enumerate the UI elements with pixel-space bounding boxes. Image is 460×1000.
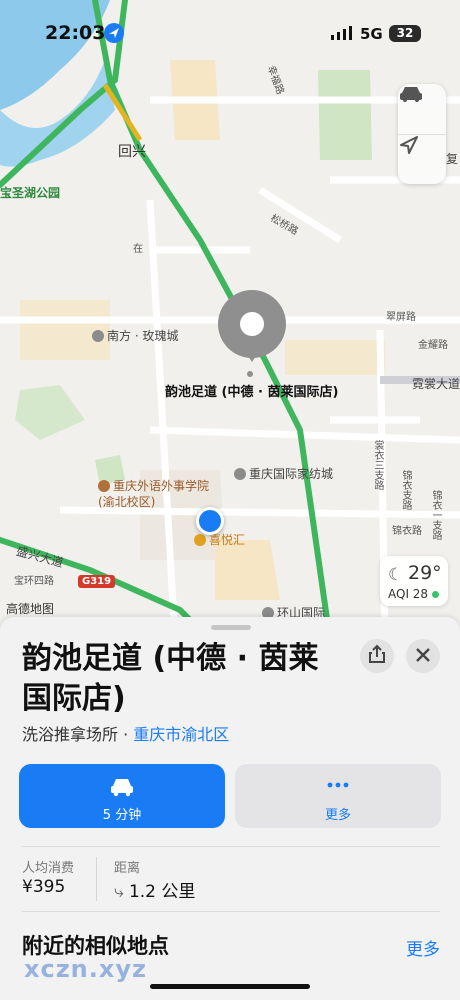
map-label-jinyi-rd2: 锦衣一支路 xyxy=(430,490,441,540)
divider xyxy=(22,911,440,912)
location-link[interactable]: 重庆市渝北区 xyxy=(133,725,229,744)
avg-spend-value: ¥395 xyxy=(22,877,66,897)
map-label-nichang-ave: 霓裳大道 xyxy=(412,377,460,391)
map-label-shangyi-rd2: 锦衣支路 xyxy=(400,470,411,510)
distance-row: ⤷ 1.2 公里 xyxy=(114,877,195,902)
map-poi-textile-city[interactable]: 重庆国际家纺城 xyxy=(234,465,333,482)
map-label-zai: 在 xyxy=(133,244,143,255)
map-label-park: 宝圣湖公园 xyxy=(0,186,61,200)
avg-spend-label: 人均消费 xyxy=(22,861,75,876)
nearby-more-link[interactable]: 更多 xyxy=(406,935,440,960)
map-attribution: 高德地图 xyxy=(6,602,55,616)
status-bar: 22:03 5G 32 xyxy=(0,0,460,60)
map-poi-nanfang[interactable]: 南方 · 玫瑰城 xyxy=(92,327,178,344)
locate-me-button[interactable] xyxy=(398,134,446,184)
route-icon: ⤷ xyxy=(114,882,124,902)
stat-separator xyxy=(96,857,97,901)
directions-eta: 5 分钟 xyxy=(102,808,142,823)
map-controls xyxy=(398,84,446,184)
more-actions-button[interactable]: 更多 xyxy=(235,764,441,828)
weather-temp: 29° xyxy=(408,562,442,584)
shopping-icon xyxy=(194,534,206,546)
home-indicator[interactable] xyxy=(150,984,310,989)
highway-shield: G319 xyxy=(78,575,116,588)
map-label-jinyao-rd: 金耀路 xyxy=(418,340,448,351)
poi-icon xyxy=(234,468,246,480)
battery-indicator: 32 xyxy=(389,25,421,42)
user-location-dot[interactable] xyxy=(196,507,224,535)
aqi-status-dot xyxy=(432,591,439,598)
poi-label: 重庆国际家纺城 xyxy=(249,467,334,481)
map-poi-xiyuehui[interactable]: 喜悦汇 xyxy=(194,531,245,548)
location-arrow-icon xyxy=(104,23,124,43)
poi-label: 南方 · 玫瑰城 xyxy=(107,329,179,343)
status-time: 22:03 xyxy=(45,22,106,44)
map-label-fu: 复 xyxy=(446,152,459,166)
transport-mode-button[interactable] xyxy=(398,84,446,134)
pin-anchor xyxy=(247,371,253,377)
close-icon xyxy=(416,647,430,666)
poi-label: 喜悦汇 xyxy=(209,533,246,547)
place-category: 洗浴推拿场所 xyxy=(22,725,119,744)
pin-label[interactable]: 韵池足道 (中德 · 茵莱国际店) xyxy=(165,381,338,400)
pin-tail xyxy=(244,350,260,362)
map-label-jinyi-rd: 锦衣路 xyxy=(392,526,422,537)
destination-pin[interactable] xyxy=(218,290,286,358)
school-icon xyxy=(98,480,110,492)
place-subtitle: 洗浴推拿场所 · 重庆市渝北区 xyxy=(22,721,229,745)
moon-icon: ☾ xyxy=(388,565,404,585)
distance-label: 距离 xyxy=(114,861,141,876)
directions-button[interactable]: 5 分钟 xyxy=(19,764,225,828)
poi-icon xyxy=(92,330,104,342)
place-detail-sheet: 韵池足道 (中德 · 茵莱国际店) 洗浴推拿场所 · 重庆市渝北区 5 分钟 更… xyxy=(0,617,460,1000)
map-view[interactable]: 22:03 5G 32 回兴 宝圣湖公园 幸福路 复 松桥路 在 南方 · 玫瑰… xyxy=(0,0,460,640)
weather-aqi: AQI 28 xyxy=(388,587,429,601)
divider xyxy=(22,846,440,847)
share-button[interactable] xyxy=(360,639,394,673)
watermark: xczn.xyz xyxy=(24,955,147,983)
network-type: 5G xyxy=(360,25,383,43)
map-label-shangyi-rd: 裳衣三支路 xyxy=(372,440,383,490)
close-button[interactable] xyxy=(406,639,440,673)
subtitle-separator: · xyxy=(118,725,134,744)
map-label-cuiping-rd: 翠屏路 xyxy=(386,312,416,323)
car-icon xyxy=(111,779,133,797)
map-label-huixing: 回兴 xyxy=(118,144,146,160)
sheet-grabber[interactable] xyxy=(211,625,251,630)
map-label-baohuan-rd: 宝环四路 xyxy=(14,576,54,587)
more-actions-label: 更多 xyxy=(324,808,351,823)
place-title: 韵池足道 (中德 · 茵莱国际店) xyxy=(22,641,319,716)
map-poi-foreign-school[interactable]: 重庆外语外事学院(渝北校区) xyxy=(98,478,218,510)
share-icon xyxy=(368,644,386,668)
distance-value: 1.2 公里 xyxy=(128,882,196,902)
weather-widget[interactable]: ☾ 29° AQI 28 xyxy=(380,556,448,606)
ellipsis-icon xyxy=(327,782,349,788)
poi-label: 重庆外语外事学院(渝北校区) xyxy=(98,479,210,509)
